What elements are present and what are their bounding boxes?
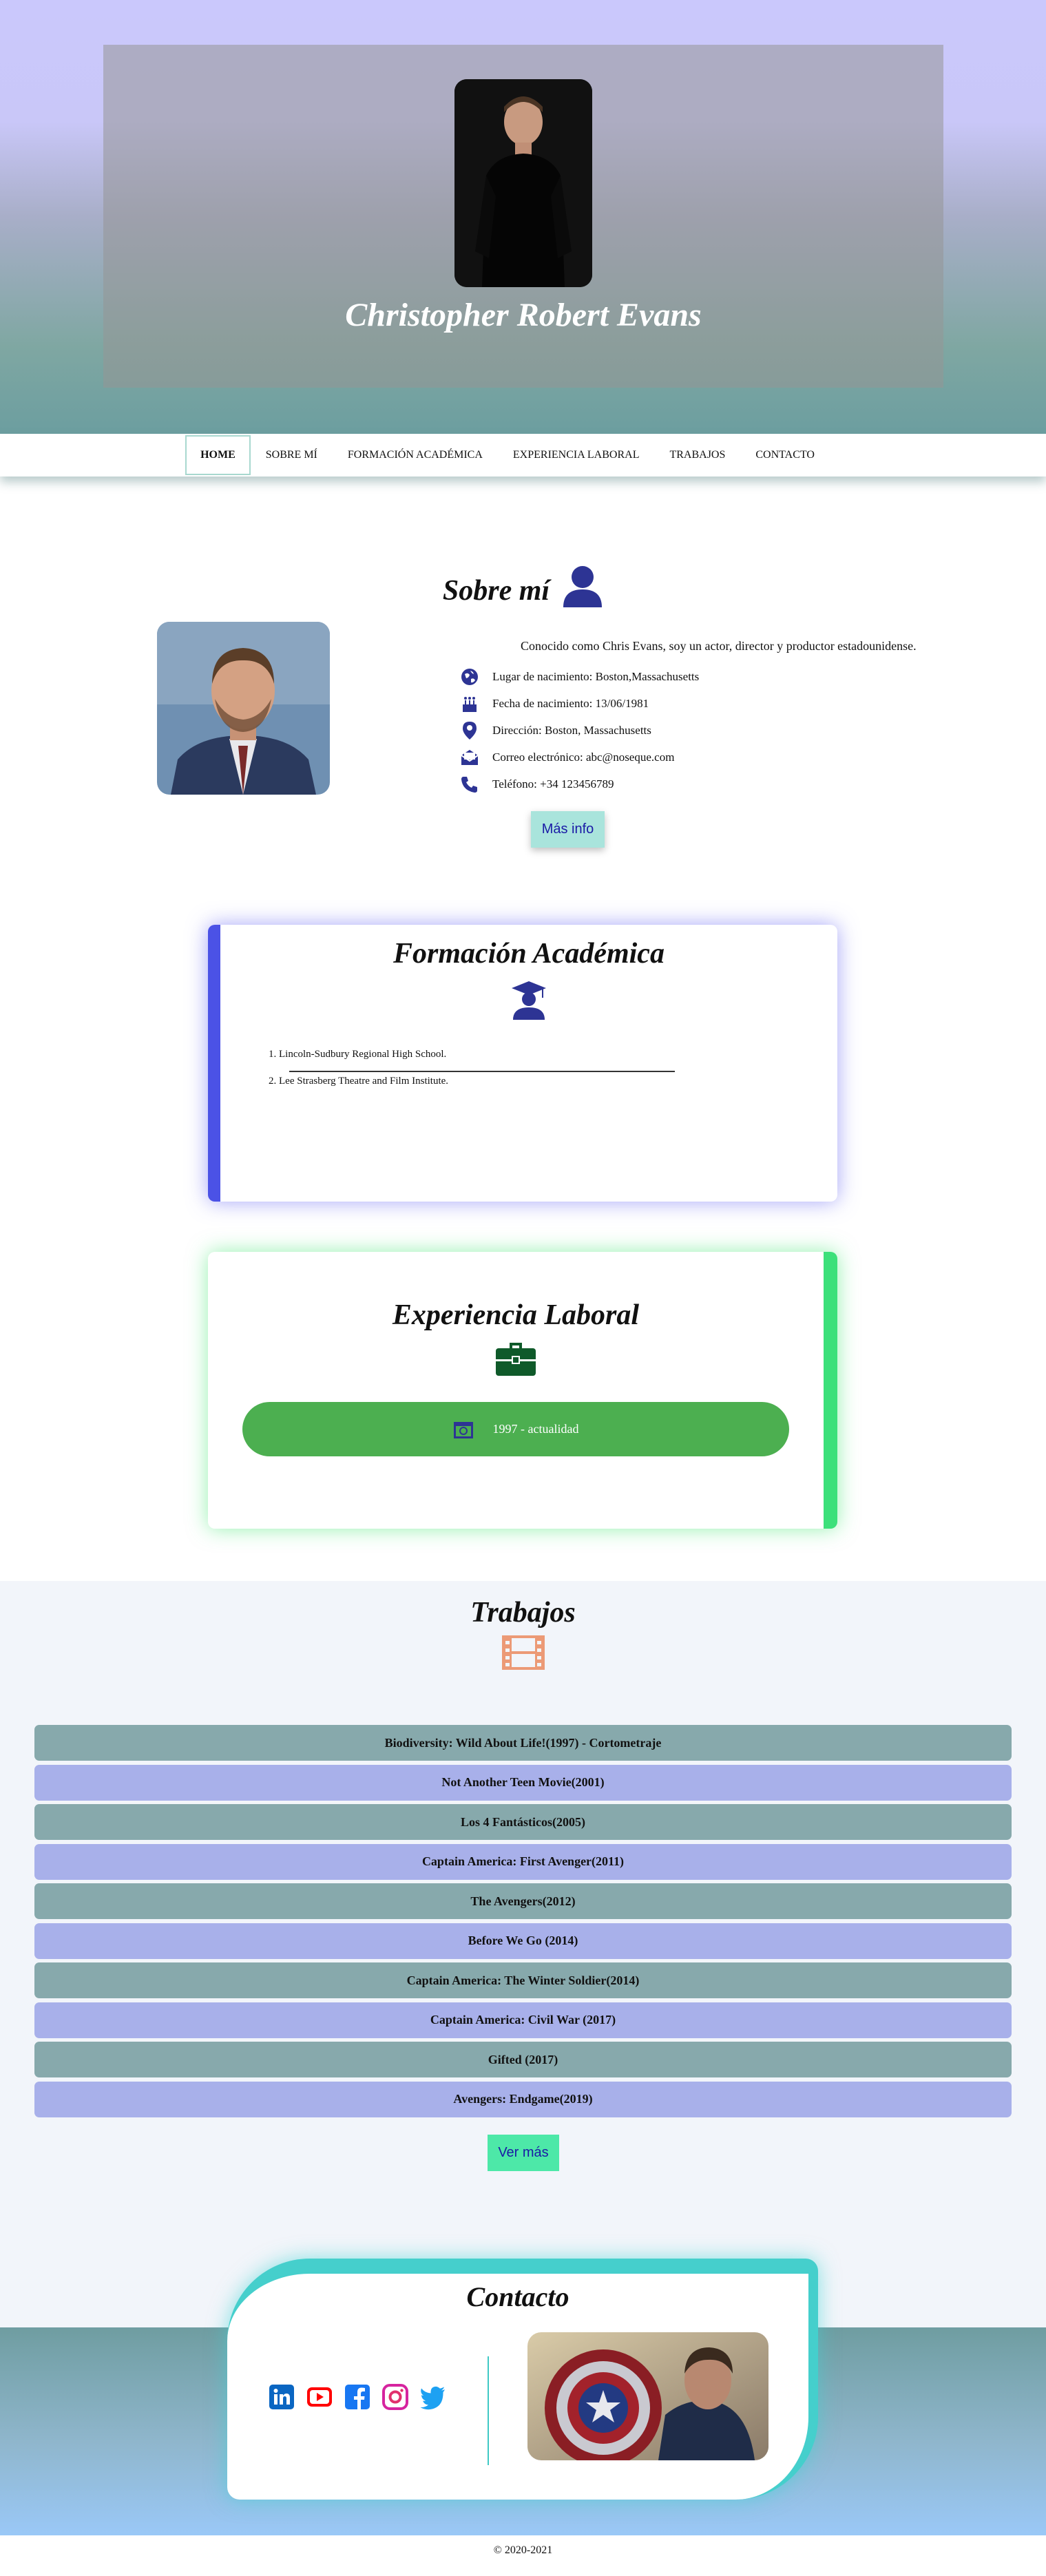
experiencia-period-bar: 1997 - actualidad — [242, 1402, 789, 1456]
info-birthplace: Lugar de nacimiento: Boston,Massachusett… — [458, 663, 699, 690]
social-links — [269, 2384, 446, 2410]
ver-mas-button[interactable]: Ver más — [488, 2135, 559, 2171]
calendar-icon — [453, 1421, 473, 1438]
info-birthdate: Fecha de nacimiento: 13/06/1981 — [458, 690, 699, 717]
map-pin-icon — [458, 720, 481, 741]
briefcase-icon-wrap — [208, 1340, 824, 1381]
nav-contacto[interactable]: CONTACTO — [740, 435, 830, 475]
user-icon — [562, 565, 603, 616]
info-email: Correo electrónico: abc@noseque.com — [458, 744, 699, 771]
formacion-card: Formación Académica 1. Lincoln-Sudbury R… — [208, 925, 837, 1202]
trabajos-title: Trabajos — [470, 1597, 576, 1629]
info-email-text: Correo electrónico: abc@noseque.com — [492, 750, 675, 764]
info-phone: Teléfono: +34 123456789 — [458, 771, 699, 797]
nav-experiencia[interactable]: EXPERIENCIA LABORAL — [498, 435, 655, 475]
formacion-item: 2. Lee Strasberg Theatre and Film Instit… — [269, 1076, 449, 1087]
footer-copyright: © 2020-2021 — [493, 2544, 553, 2556]
hero-banner: Christopher Robert Evans — [0, 0, 1046, 434]
phone-icon — [458, 774, 481, 795]
nav-formacion[interactable]: FORMACIÓN ACADÉMICA — [333, 435, 498, 475]
sobre-title: Sobre mí — [442, 574, 550, 607]
nav-trabajos[interactable]: TRABAJOS — [654, 435, 740, 475]
sobre-section-heading: Sobre mí — [0, 565, 1046, 616]
trabajo-item[interactable]: Captain America: Civil War (2017) — [34, 2002, 1012, 2038]
info-phone-text: Teléfono: +34 123456789 — [492, 777, 614, 790]
trabajo-item[interactable]: Before We Go (2014) — [34, 1923, 1012, 1959]
trabajo-item[interactable]: The Avengers(2012) — [34, 1883, 1012, 1919]
sobre-portrait — [157, 622, 330, 795]
trabajo-item[interactable]: Biodiversity: Wild About Life!(1997) - C… — [34, 1725, 1012, 1761]
linkedin-icon[interactable] — [269, 2384, 295, 2410]
graduation-cap-icon-wrap — [220, 978, 837, 1023]
youtube-icon[interactable] — [306, 2384, 333, 2410]
briefcase-icon — [496, 1343, 536, 1376]
contacto-title: Contacto — [466, 2281, 569, 2312]
info-address: Dirección: Boston, Massachusetts — [458, 717, 699, 744]
experiencia-title: Experiencia Laboral — [392, 1299, 640, 1331]
trabajo-item[interactable]: Avengers: Endgame(2019) — [34, 2081, 1012, 2117]
main-navbar: HOME SOBRE MÍ FORMACIÓN ACADÉMICA EXPERI… — [0, 434, 1046, 477]
hero-portrait — [454, 79, 592, 287]
globe-icon — [458, 667, 481, 687]
twitter-icon[interactable] — [420, 2384, 446, 2410]
mail-icon — [458, 747, 481, 768]
experiencia-period: 1997 - actualidad — [492, 1422, 579, 1436]
trabajo-item[interactable]: Captain America: The Winter Soldier(2014… — [34, 1962, 1012, 1998]
contacto-image — [527, 2332, 768, 2460]
film-icon-wrap — [0, 1635, 1046, 1673]
formacion-list: 1. Lincoln-Sudbury Regional High School.… — [269, 1049, 448, 1102]
trabajo-item[interactable]: Gifted (2017) — [34, 2042, 1012, 2077]
formacion-item: 1. Lincoln-Sudbury Regional High School. — [269, 1049, 447, 1060]
nav-home[interactable]: HOME — [185, 435, 251, 475]
contacto-divider — [488, 2356, 489, 2465]
hero-name: Christopher Robert Evans — [345, 297, 702, 333]
facebook-icon[interactable] — [344, 2384, 370, 2410]
mas-info-button[interactable]: Más info — [531, 811, 605, 848]
personal-info-list: Lugar de nacimiento: Boston,Massachusett… — [458, 663, 699, 797]
film-icon — [501, 1635, 545, 1670]
info-birthdate-text: Fecha de nacimiento: 13/06/1981 — [492, 696, 649, 710]
experiencia-card: Experiencia Laboral 1997 - actualidad — [208, 1252, 837, 1529]
sobre-intro: Conocido como Chris Evans, soy un actor,… — [521, 639, 917, 653]
contacto-card: Contacto — [227, 2259, 818, 2500]
trabajo-item[interactable]: Captain America: First Avenger(2011) — [34, 1843, 1012, 1880]
info-address-text: Dirección: Boston, Massachusetts — [492, 723, 651, 737]
instagram-icon[interactable] — [382, 2384, 408, 2410]
trabajos-list: Biodiversity: Wild About Life!(1997) - C… — [34, 1725, 1012, 2121]
graduation-cap-icon — [512, 981, 546, 1020]
info-birthplace-text: Lugar de nacimiento: Boston,Massachusett… — [492, 669, 700, 683]
trabajo-item[interactable]: Not Another Teen Movie(2001) — [34, 1764, 1012, 1801]
trabajo-item[interactable]: Los 4 Fantásticos(2005) — [34, 1804, 1012, 1840]
formacion-title: Formación Académica — [393, 938, 665, 970]
nav-sobre-mi[interactable]: SOBRE MÍ — [251, 435, 333, 475]
cake-icon — [458, 693, 481, 714]
